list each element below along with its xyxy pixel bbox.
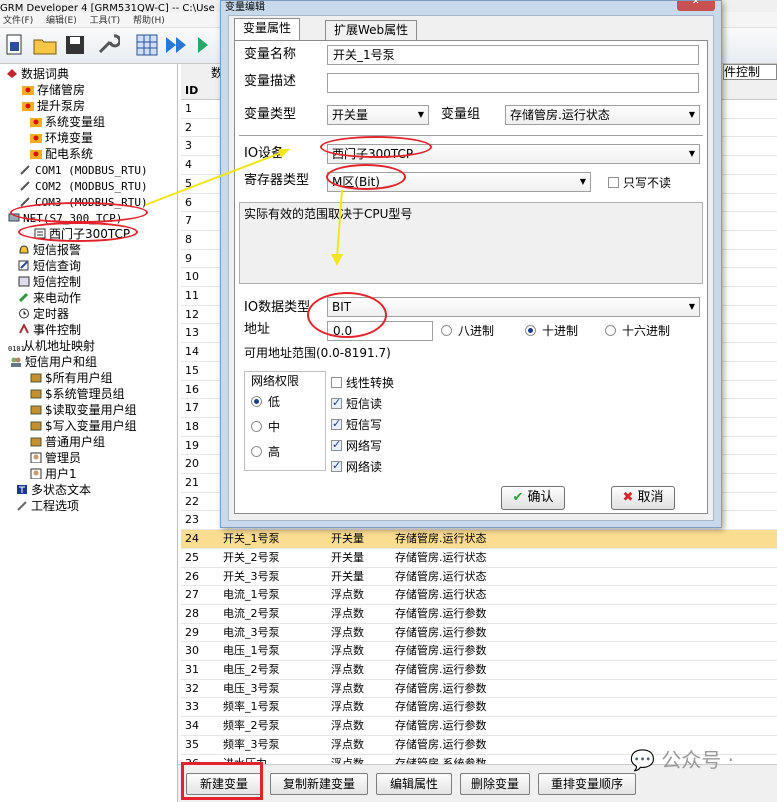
arrowhead — [278, 149, 290, 158]
arrow-net-to-device — [144, 151, 284, 206]
arrowhead — [331, 254, 343, 266]
watermark: 💬 公众号 · — [630, 748, 734, 772]
arrow-register-to-type — [336, 189, 343, 259]
annotation-arrows — [144, 149, 343, 266]
wechat-icon: 💬 — [630, 748, 655, 772]
